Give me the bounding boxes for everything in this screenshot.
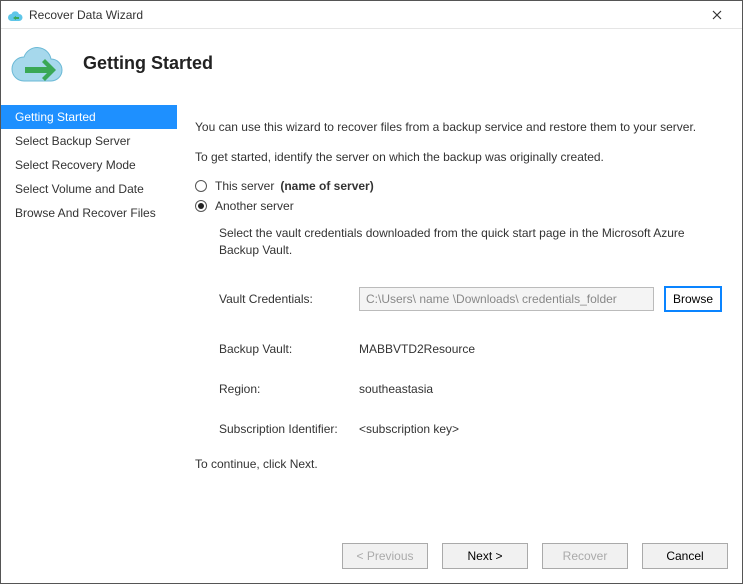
radio-icon (195, 180, 207, 192)
radio-icon-selected (195, 200, 207, 212)
recover-button: Recover (542, 543, 628, 569)
radio-label: Another server (215, 199, 294, 213)
radio-another-server[interactable]: Another server (195, 199, 722, 213)
app-icon (7, 7, 23, 23)
region-label: Region: (219, 382, 359, 396)
radio-this-server[interactable]: This server (name of server) (195, 179, 722, 193)
previous-button: < Previous (342, 543, 428, 569)
sidebar-item-browse-recover-files[interactable]: Browse And Recover Files (1, 201, 177, 225)
backup-vault-label: Backup Vault: (219, 342, 359, 356)
close-icon[interactable] (700, 4, 734, 26)
subscription-label: Subscription Identifier: (219, 422, 359, 436)
wizard-body: Getting Started Select Backup Server Sel… (1, 97, 742, 583)
sidebar-item-select-volume-date[interactable]: Select Volume and Date (1, 177, 177, 201)
vault-credentials-input[interactable] (359, 287, 654, 311)
continue-note: To continue, click Next. (195, 456, 722, 472)
intro-text: You can use this wizard to recover files… (195, 119, 722, 135)
wizard-window: Recover Data Wizard Getting Started Gett… (0, 0, 743, 584)
subscription-value: <subscription key> (359, 422, 459, 436)
page-title: Getting Started (83, 53, 213, 74)
sidebar-item-getting-started[interactable]: Getting Started (1, 105, 177, 129)
wizard-sidebar: Getting Started Select Backup Server Sel… (1, 97, 177, 583)
window-title: Recover Data Wizard (29, 8, 700, 22)
browse-button[interactable]: Browse (664, 286, 722, 312)
titlebar: Recover Data Wizard (1, 1, 742, 29)
vault-credentials-label: Vault Credentials: (219, 292, 359, 306)
wizard-buttons: < Previous Next > Recover Cancel (342, 543, 728, 569)
server-name-paren: (name of server) (280, 179, 373, 193)
radio-label: This server (215, 179, 274, 193)
region-value: southeastasia (359, 382, 433, 396)
vault-hint: Select the vault credentials downloaded … (219, 225, 722, 257)
cloud-arrow-icon (11, 43, 63, 83)
wizard-content: You can use this wizard to recover files… (177, 97, 742, 583)
backup-vault-value: MABBVTD2Resource (359, 342, 475, 356)
sidebar-item-select-backup-server[interactable]: Select Backup Server (1, 129, 177, 153)
next-button[interactable]: Next > (442, 543, 528, 569)
identify-prompt: To get started, identify the server on w… (195, 149, 722, 165)
wizard-header: Getting Started (1, 29, 742, 97)
sidebar-item-select-recovery-mode[interactable]: Select Recovery Mode (1, 153, 177, 177)
cancel-button[interactable]: Cancel (642, 543, 728, 569)
